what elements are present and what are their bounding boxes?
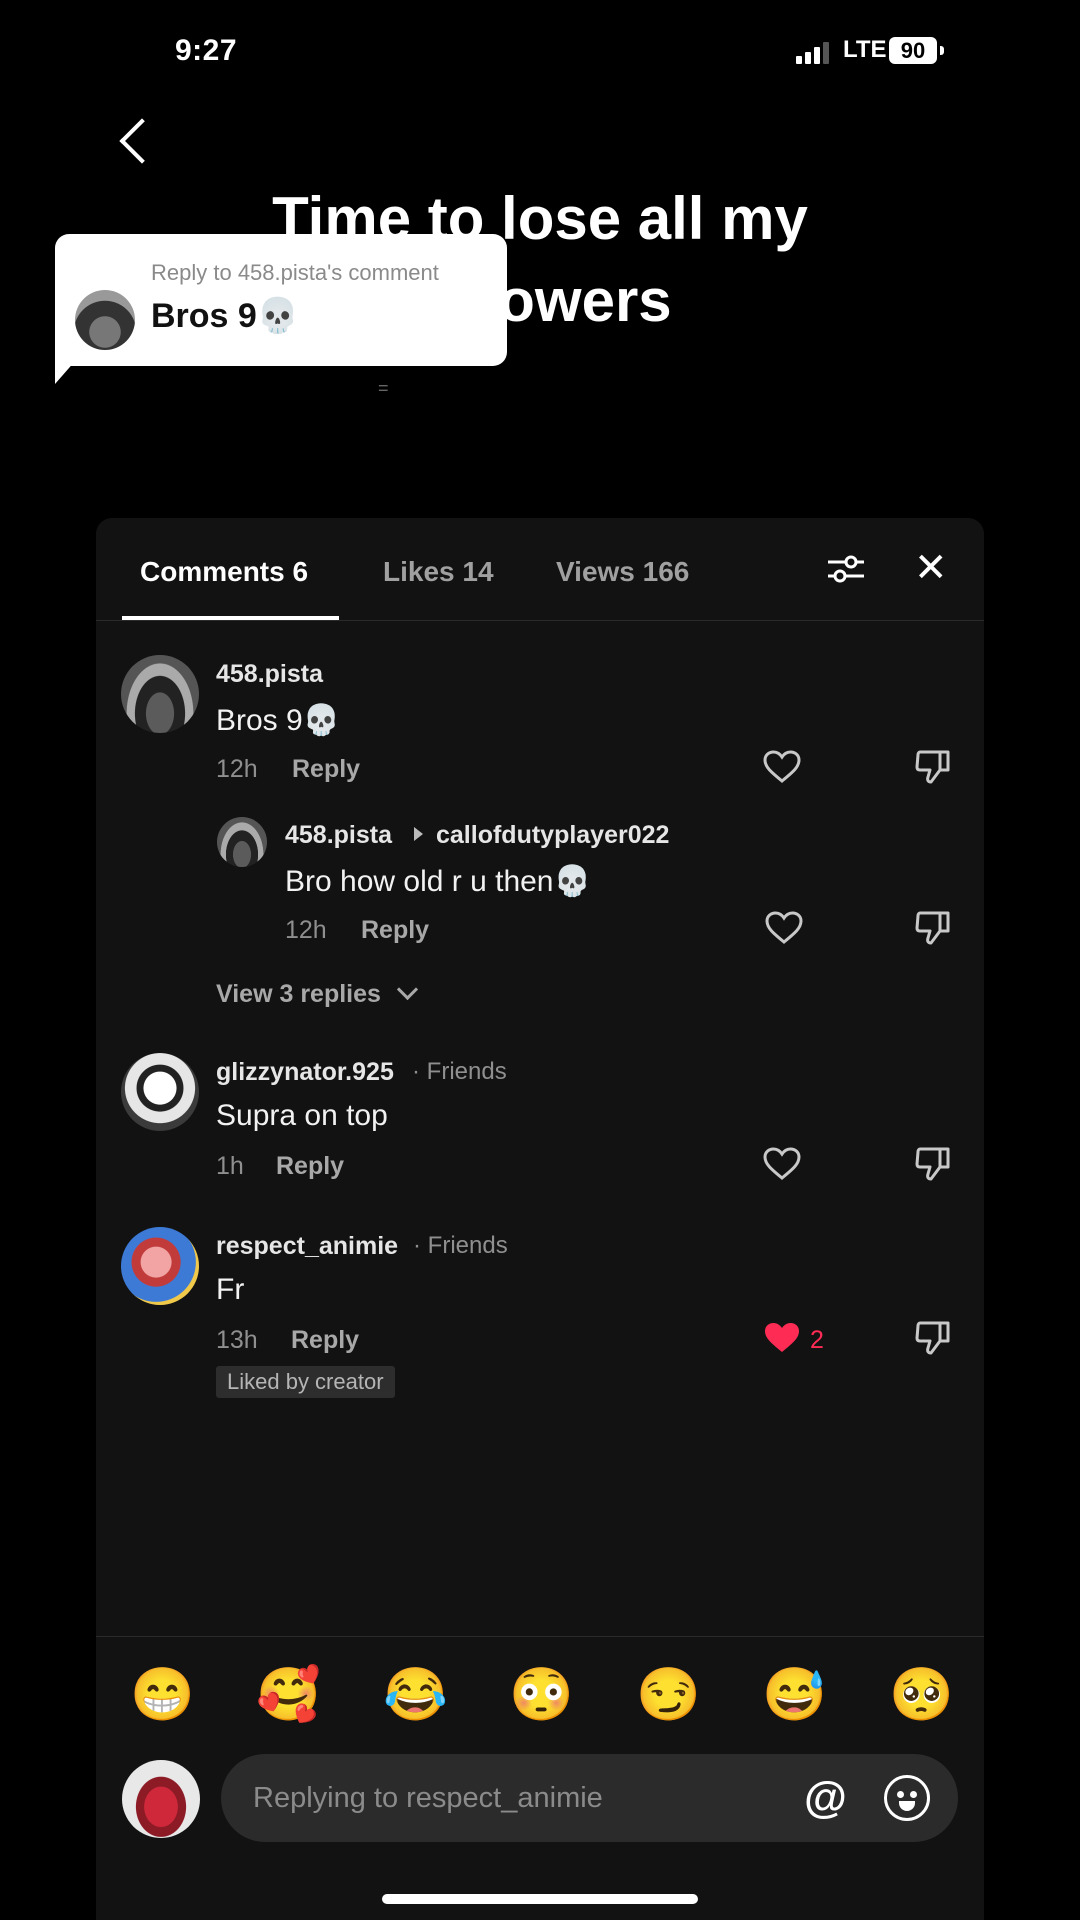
battery-level: 90 bbox=[889, 37, 937, 64]
status-time: 9:27 bbox=[175, 34, 238, 67]
like-count: 2 bbox=[810, 1326, 824, 1354]
at-icon[interactable]: @ bbox=[804, 1776, 847, 1820]
heart-icon[interactable] bbox=[765, 911, 803, 945]
reply-button[interactable]: Reply bbox=[276, 1152, 344, 1181]
comment-username[interactable]: respect_animie bbox=[216, 1232, 398, 1261]
reply-time: 12h bbox=[285, 916, 327, 944]
avatar[interactable] bbox=[121, 1227, 199, 1305]
comment-input-placeholder[interactable]: Replying to respect_animie bbox=[253, 1782, 603, 1815]
avatar[interactable] bbox=[217, 817, 267, 867]
tab-views[interactable]: Views 166 bbox=[556, 556, 689, 588]
emoji-grinning[interactable]: 😁 bbox=[130, 1665, 195, 1725]
reply-button[interactable]: Reply bbox=[292, 755, 360, 784]
heart-icon[interactable] bbox=[763, 1147, 801, 1181]
avatar[interactable] bbox=[121, 655, 199, 733]
emoji-tears-of-joy[interactable]: 😂 bbox=[383, 1665, 448, 1725]
emoji-smirk[interactable]: 😏 bbox=[636, 1665, 701, 1725]
reply-to-username[interactable]: callofdutyplayer022 bbox=[436, 821, 669, 850]
comment-text: Bros 9💀 bbox=[216, 704, 341, 737]
heart-filled-icon[interactable] bbox=[763, 1321, 801, 1355]
emoji-pleading[interactable]: 🥺 bbox=[889, 1665, 954, 1725]
reply-sticker-avatar bbox=[75, 290, 135, 350]
reply-sticker-tail bbox=[55, 352, 83, 384]
reply-text: Bro how old r u then💀 bbox=[285, 865, 591, 898]
network-label: LTE bbox=[843, 36, 887, 63]
tab-divider bbox=[96, 620, 984, 621]
emoji-smiling-hearts[interactable]: 🥰 bbox=[256, 1665, 321, 1725]
reply-arrow-icon bbox=[414, 827, 423, 841]
close-icon[interactable]: ✕ bbox=[914, 548, 948, 588]
home-indicator bbox=[382, 1894, 698, 1904]
video-mark: = bbox=[378, 378, 389, 398]
reply-sticker-header: Reply to 458.pista's comment bbox=[151, 260, 439, 285]
heart-icon[interactable] bbox=[763, 750, 801, 784]
emoji-flushed[interactable]: 😳 bbox=[509, 1665, 574, 1725]
dislike-icon[interactable] bbox=[914, 909, 952, 947]
comment-time: 13h bbox=[216, 1326, 258, 1354]
reply-username[interactable]: 458.pista bbox=[285, 821, 392, 850]
view-replies-button[interactable]: View 3 replies bbox=[216, 980, 381, 1009]
emoji-bar-divider bbox=[96, 1636, 984, 1637]
battery-tip bbox=[940, 46, 944, 55]
comment-time: 1h bbox=[216, 1152, 244, 1180]
tab-likes[interactable]: Likes 14 bbox=[383, 556, 494, 588]
back-icon[interactable] bbox=[119, 118, 165, 164]
friends-label: · Friends bbox=[413, 1232, 508, 1259]
friends-label: · Friends bbox=[412, 1058, 507, 1085]
liked-by-creator-badge: Liked by creator bbox=[216, 1366, 395, 1398]
reply-button[interactable]: Reply bbox=[361, 916, 429, 945]
filter-icon[interactable] bbox=[826, 553, 866, 585]
emoji-icon[interactable] bbox=[884, 1775, 930, 1821]
signal-icon bbox=[796, 42, 829, 64]
emoji-sweat-smile[interactable]: 😅 bbox=[762, 1665, 827, 1725]
comment-text: Fr bbox=[216, 1273, 245, 1306]
my-avatar bbox=[122, 1760, 200, 1838]
reply-button[interactable]: Reply bbox=[291, 1326, 359, 1355]
dislike-icon[interactable] bbox=[914, 748, 952, 786]
dislike-icon[interactable] bbox=[914, 1319, 952, 1357]
comment-username[interactable]: 458.pista bbox=[216, 660, 323, 689]
tab-comments[interactable]: Comments 6 bbox=[140, 556, 308, 588]
comment-username[interactable]: glizzynator.925 bbox=[216, 1058, 394, 1087]
avatar[interactable] bbox=[121, 1053, 199, 1131]
comment-time: 12h bbox=[216, 755, 258, 783]
comment-text: Supra on top bbox=[216, 1099, 388, 1132]
dislike-icon[interactable] bbox=[914, 1145, 952, 1183]
reply-sticker-text: Bros 9💀 bbox=[151, 297, 300, 335]
